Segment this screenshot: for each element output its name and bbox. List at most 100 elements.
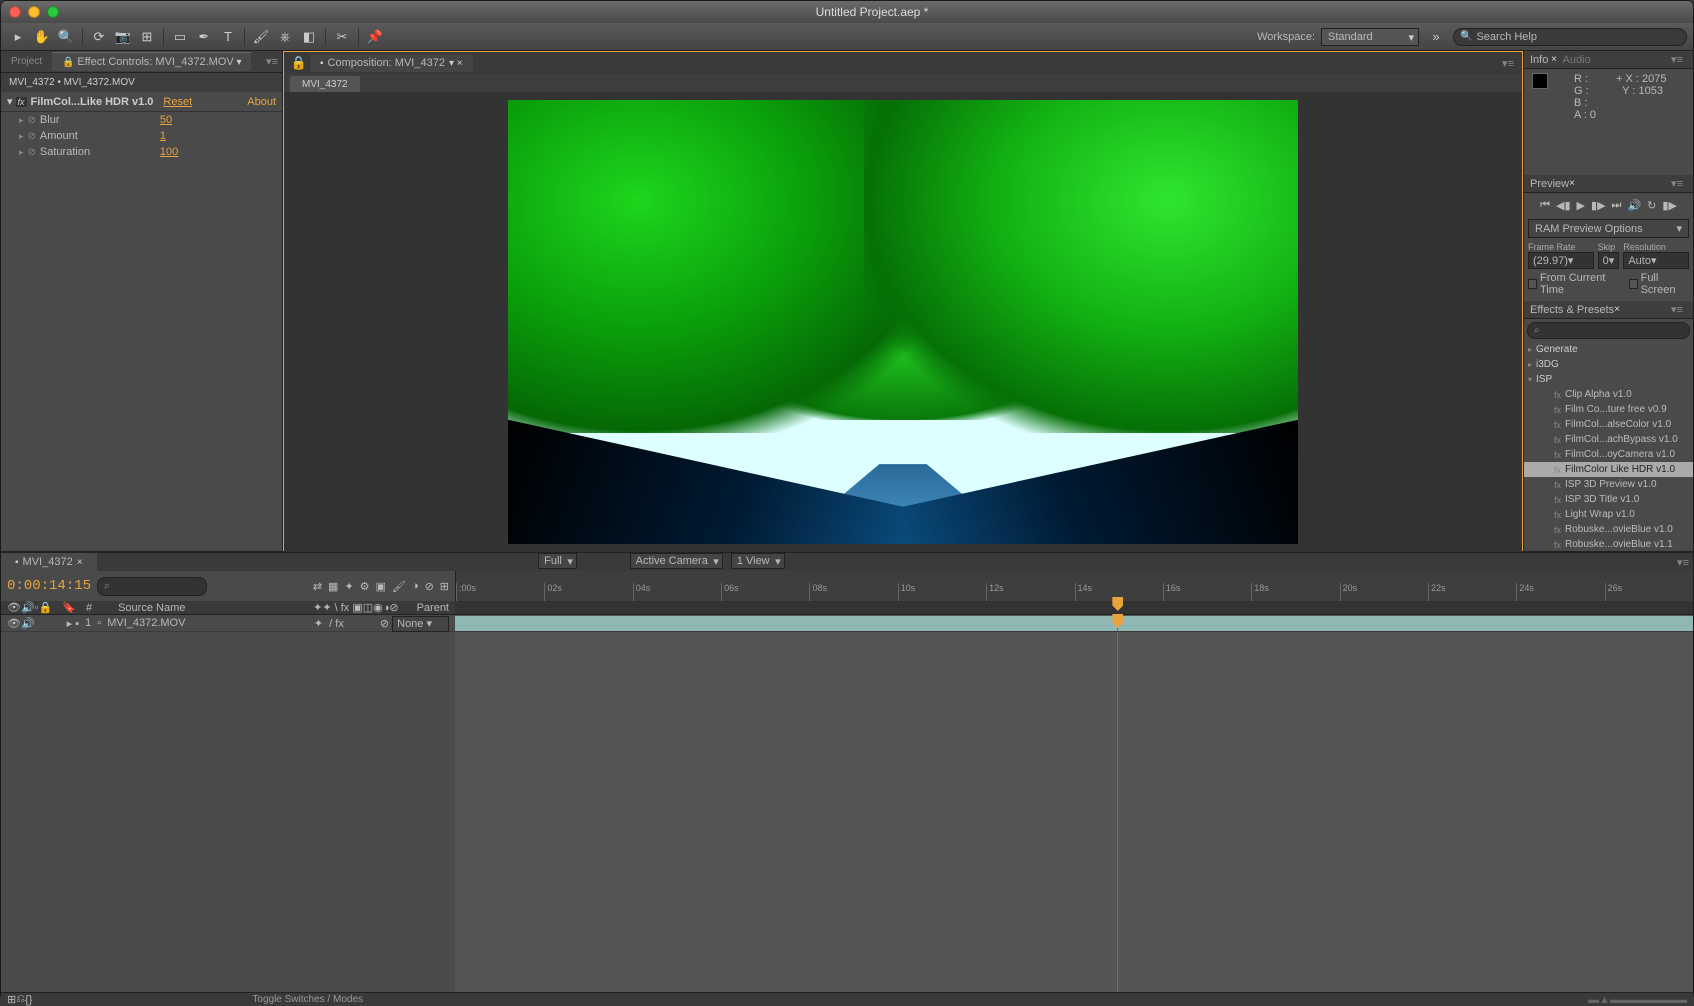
frame-rate-input[interactable]: (29.97)▾	[1528, 252, 1594, 269]
puppet-tool-icon[interactable]: 📌	[364, 26, 386, 48]
zoom-tool-icon[interactable]: 🔍	[55, 26, 77, 48]
preview-menu-icon[interactable]: ▾≡	[1667, 177, 1687, 190]
tl-ico-6[interactable]: 🖌	[392, 580, 406, 593]
tl-ico-2[interactable]: ▦	[328, 580, 338, 593]
parent-dropdown[interactable]: None ▾	[392, 616, 449, 632]
effect-prop-blur[interactable]: ▸⊘ Blur 50	[1, 112, 282, 128]
ep-item[interactable]: fx Light Wrap v1.0	[1524, 507, 1693, 522]
window-minimize-button[interactable]	[28, 6, 40, 18]
prev-frame-icon[interactable]: ◀▮	[1556, 199, 1571, 212]
camera-tool-icon[interactable]: 📷	[112, 26, 134, 48]
effect-controls-tab[interactable]: 🔒 Effect Controls: MVI_4372.MOV ▾	[52, 52, 251, 71]
composition-tab[interactable]: ▪ Composition: MVI_4372 ▾ ×	[310, 54, 473, 72]
view-dropdown[interactable]: 1 View	[731, 553, 785, 569]
resolution-dropdown[interactable]: Full	[538, 553, 577, 569]
play-icon[interactable]: ▶	[1577, 199, 1585, 212]
window-titlebar: Untitled Project.aep *	[1, 1, 1693, 23]
effect-reset-link[interactable]: Reset	[163, 96, 192, 108]
ruler-tick: :00s	[456, 583, 544, 601]
composition-panel: 🔒 ▪ Composition: MVI_4372 ▾ × ▾≡ MVI_437…	[283, 51, 1523, 551]
tl-ico-1[interactable]: ⇄	[313, 580, 322, 593]
ep-item[interactable]: fx Robuske...ovieBlue v1.1	[1524, 537, 1693, 551]
comp-lock-icon[interactable]: 🔒	[288, 52, 310, 74]
ram-preview-dropdown[interactable]: RAM Preview Options	[1528, 219, 1689, 238]
search-help-input[interactable]: Search Help	[1453, 28, 1687, 46]
color-swatch	[1532, 73, 1548, 89]
window-close-button[interactable]	[9, 6, 21, 18]
timeline-ruler[interactable]: :00s02s04s06s08s10s12s14s16s18s20s22s24s…	[455, 571, 1693, 601]
timeline-layer-row[interactable]: 👁🔊 ▸ ▪ 1 ▫ MVI_4372.MOV ✦ / fx ⊘ None ▾	[1, 615, 1693, 632]
ep-category[interactable]: ▾ ISP	[1524, 372, 1693, 387]
rectangle-tool-icon[interactable]: ▭	[169, 26, 191, 48]
effect-header[interactable]: ▾fx FilmCol...Like HDR v1.0 Reset About	[1, 92, 282, 112]
selection-tool-icon[interactable]: ▸	[7, 26, 29, 48]
ep-item[interactable]: fx Robuske...ovieBlue v1.0	[1524, 522, 1693, 537]
eraser-tool-icon[interactable]: ◧	[298, 26, 320, 48]
ep-item[interactable]: fx Clip Alpha v1.0	[1524, 387, 1693, 402]
ep-item[interactable]: fx FilmColor Like HDR v1.0	[1524, 462, 1693, 477]
composition-viewer[interactable]	[284, 92, 1522, 552]
tl-ico-5[interactable]: ▣	[376, 580, 386, 593]
camera-dropdown[interactable]: Active Camera	[630, 553, 723, 569]
ruler-tick: 12s	[986, 583, 1074, 601]
hand-tool-icon[interactable]: ✋	[31, 26, 53, 48]
tl-ico-9[interactable]: ⊞	[440, 580, 449, 593]
ep-item[interactable]: fx FilmCol...alseColor v1.0	[1524, 417, 1693, 432]
workspace-menu-icon[interactable]: »	[1425, 26, 1447, 48]
ep-category[interactable]: ▸ Generate	[1524, 342, 1693, 357]
mute-icon[interactable]: 🔊	[1627, 199, 1641, 212]
workspace-dropdown[interactable]: Standard	[1321, 28, 1419, 46]
window-maximize-button[interactable]	[47, 6, 59, 18]
ep-menu-icon[interactable]: ▾≡	[1667, 303, 1687, 316]
ruler-tick: 02s	[544, 583, 632, 601]
ruler-tick: 10s	[898, 583, 986, 601]
loop-icon[interactable]: ↻	[1647, 199, 1656, 212]
tl-ico-4[interactable]: ⚙	[360, 580, 370, 593]
info-panel-header[interactable]: Info × Audio ▾≡	[1524, 51, 1693, 69]
brush-tool-icon[interactable]: 🖌	[250, 26, 272, 48]
pan-behind-tool-icon[interactable]: ⊞	[136, 26, 158, 48]
layer-bar[interactable]	[455, 616, 1693, 631]
first-frame-icon[interactable]: ⏮	[1540, 199, 1550, 212]
ep-category[interactable]: ▸ i3DG	[1524, 357, 1693, 372]
full-screen-checkbox[interactable]	[1629, 279, 1638, 289]
info-menu-icon[interactable]: ▾≡	[1667, 53, 1687, 66]
composition-panel-menu-icon[interactable]: ▾≡	[1498, 57, 1518, 70]
ep-item[interactable]: fx FilmCol...achBypass v1.0	[1524, 432, 1693, 447]
ep-item[interactable]: fx Film Co...ture free v0.9	[1524, 402, 1693, 417]
tl-ico-7[interactable]: ◑	[412, 580, 419, 593]
ruler-tick: 08s	[809, 583, 897, 601]
tl-ico-3[interactable]: ✦	[344, 580, 353, 593]
ep-item[interactable]: fx ISP 3D Title v1.0	[1524, 492, 1693, 507]
next-frame-icon[interactable]: ▮▶	[1591, 199, 1606, 212]
effect-about-link[interactable]: About	[247, 96, 276, 108]
clone-stamp-tool-icon[interactable]: ⎈	[274, 26, 296, 48]
ram-preview-icon[interactable]: ▮▶	[1662, 199, 1677, 212]
effect-prop-saturation[interactable]: ▸⊘ Saturation 100	[1, 144, 282, 160]
type-tool-icon[interactable]: T	[217, 26, 239, 48]
resolution-input[interactable]: Auto▾	[1623, 252, 1689, 269]
from-current-checkbox[interactable]	[1528, 279, 1537, 289]
footage-tab[interactable]: MVI_4372	[290, 76, 360, 92]
rotation-tool-icon[interactable]: ⟳	[88, 26, 110, 48]
roto-brush-tool-icon[interactable]: ✂	[331, 26, 353, 48]
timeline-search-input[interactable]: ⌕	[97, 577, 207, 596]
ep-item[interactable]: fx FilmCol...oyCamera v1.0	[1524, 447, 1693, 462]
timeline-tab[interactable]: ▪ MVI_4372 ×	[1, 553, 97, 571]
project-tab[interactable]: Project	[1, 53, 52, 70]
playhead-line[interactable]	[1117, 632, 1118, 992]
effects-search-input[interactable]: ⌕	[1527, 322, 1690, 339]
effect-prop-amount[interactable]: ▸⊘ Amount 1	[1, 128, 282, 144]
timeline-current-time[interactable]: 0:00:14:15	[7, 578, 91, 594]
last-frame-icon[interactable]: ⏭	[1612, 199, 1622, 212]
skip-input[interactable]: 0▾	[1598, 252, 1620, 269]
tl-ico-8[interactable]: ⊘	[425, 580, 434, 593]
ep-item[interactable]: fx ISP 3D Preview v1.0	[1524, 477, 1693, 492]
timeline-menu-icon[interactable]: ▾≡	[1673, 556, 1693, 569]
effects-presets-header[interactable]: Effects & Presets ×▾≡	[1524, 301, 1693, 319]
pen-tool-icon[interactable]: ✒	[193, 26, 215, 48]
panel-menu-icon[interactable]: ▾≡	[262, 55, 282, 68]
preview-controls: ⏮ ◀▮ ▶ ▮▶ ⏭ 🔊 ↻ ▮▶	[1524, 193, 1693, 217]
preview-panel-header[interactable]: Preview ×▾≡	[1524, 175, 1693, 193]
effects-list: ▸ Generate▸ i3DG▾ ISPfx Clip Alpha v1.0f…	[1524, 342, 1693, 551]
